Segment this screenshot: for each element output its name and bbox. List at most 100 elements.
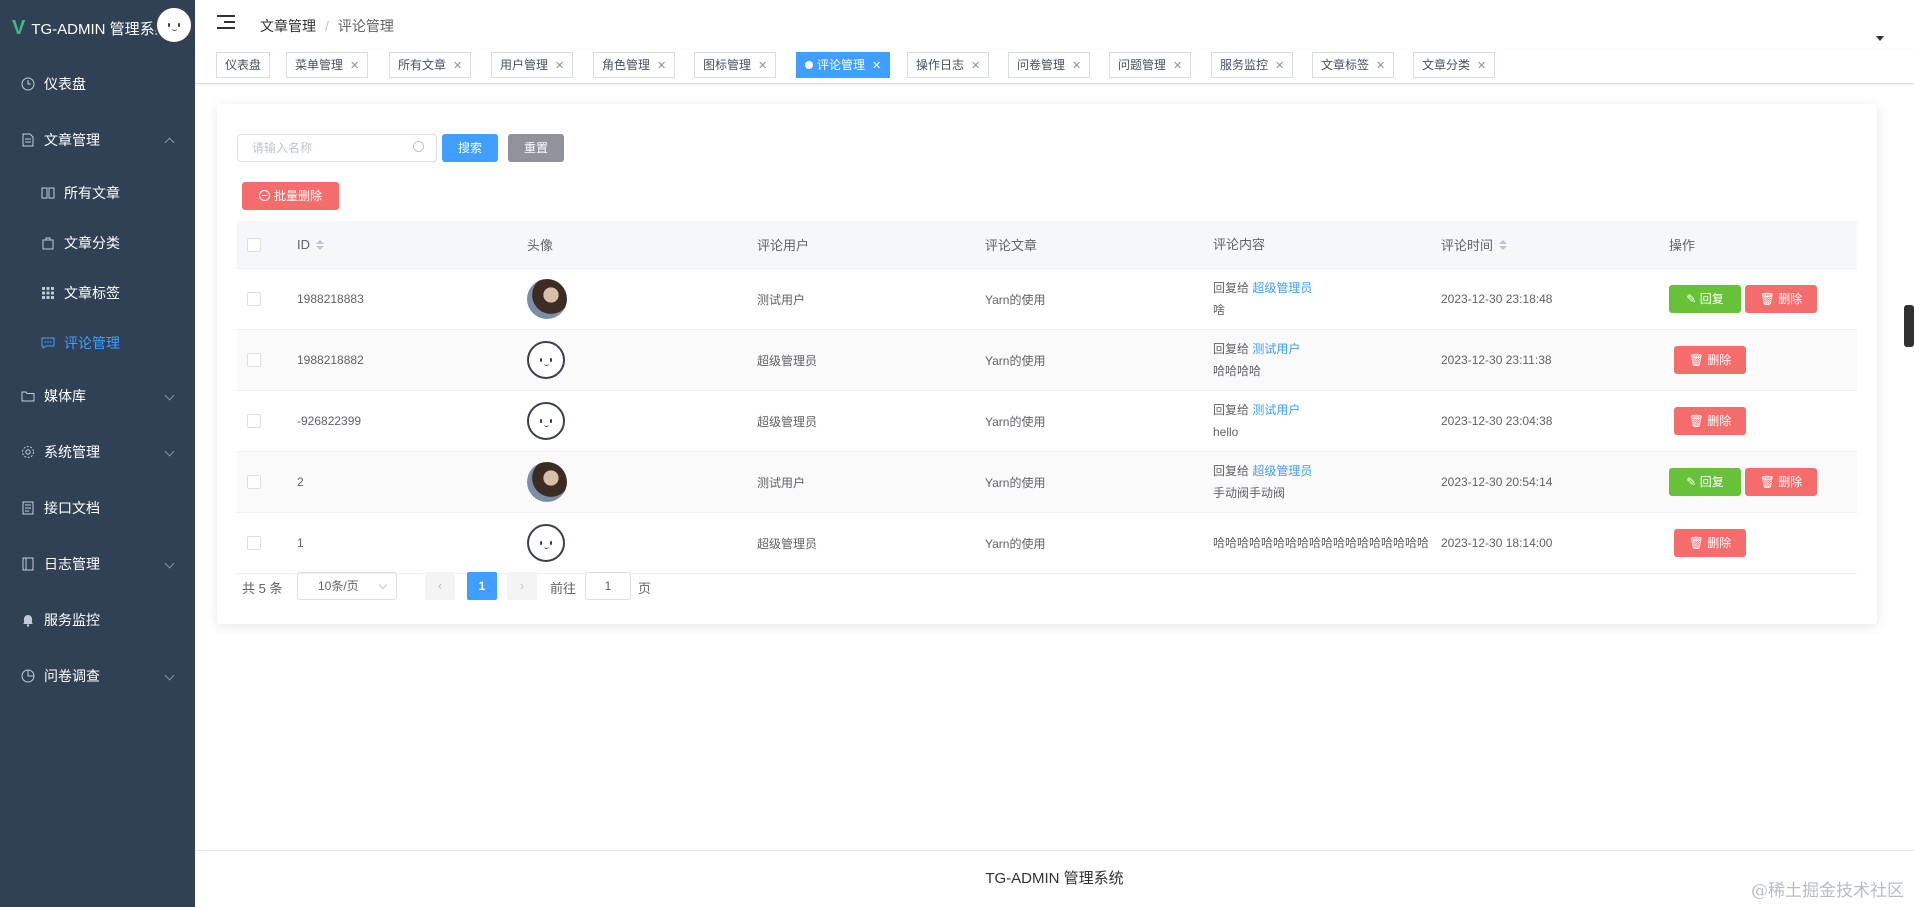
close-icon[interactable]: ✕: [872, 60, 881, 72]
delete-button[interactable]: 🗑 删除: [1674, 529, 1746, 557]
close-icon[interactable]: ✕: [1376, 60, 1385, 72]
gear-icon: [20, 444, 36, 460]
folder-icon: [20, 388, 36, 404]
reply-button[interactable]: ✎ 回复: [1669, 285, 1741, 313]
caret-down-icon[interactable]: [1876, 36, 1884, 41]
close-icon[interactable]: ✕: [453, 60, 462, 72]
reply-to-link[interactable]: 超级管理员: [1252, 464, 1312, 478]
sidebar-item-system[interactable]: 系统管理: [0, 424, 195, 480]
close-icon[interactable]: ✕: [758, 60, 767, 72]
sidebar-item-media[interactable]: 媒体库: [0, 368, 195, 424]
tag-comments[interactable]: 评论管理 ✕: [796, 52, 891, 78]
reply-to-link[interactable]: 测试用户: [1252, 342, 1300, 356]
chevron-down-icon: [164, 446, 175, 457]
sidebar-item-monitor[interactable]: 服务监控: [0, 592, 195, 648]
sidebar-item-comments[interactable]: 评论管理: [0, 318, 195, 368]
sidebar-item-label: 评论管理: [64, 335, 120, 351]
sidebar-item-articles[interactable]: 文章管理: [0, 112, 195, 168]
cell-article: Yarn的使用: [985, 292, 1046, 307]
tag-operation-log[interactable]: 操作日志 ✕: [907, 52, 990, 78]
row-checkbox[interactable]: [247, 414, 261, 428]
close-icon[interactable]: ✕: [971, 60, 980, 72]
cell-id: -926822399: [297, 414, 362, 428]
column-header-time[interactable]: 评论时间: [1441, 235, 1493, 254]
sidebar-item-article-category[interactable]: 文章分类: [0, 218, 195, 268]
scrollbar-thumb[interactable]: [1904, 305, 1914, 347]
vue-logo-icon: V: [12, 16, 26, 39]
sort-icon[interactable]: [316, 239, 324, 250]
breadcrumb-item[interactable]: 文章管理: [260, 18, 316, 34]
close-icon[interactable]: ✕: [555, 60, 564, 72]
user-avatar[interactable]: [155, 6, 193, 44]
close-icon[interactable]: ✕: [1477, 60, 1486, 72]
close-icon[interactable]: ✕: [657, 60, 666, 72]
comment-content: 哈哈哈哈哈哈哈哈哈哈哈哈哈哈哈哈哈哈: [1213, 536, 1430, 550]
page-size-select[interactable]: 10条/页: [297, 572, 397, 600]
tag-menu[interactable]: 菜单管理 ✕: [286, 52, 369, 78]
tag-icons[interactable]: 图标管理 ✕: [694, 52, 777, 78]
close-icon[interactable]: ✕: [350, 60, 359, 72]
batch-delete-button[interactable]: 批量删除: [242, 182, 339, 210]
table-row: 2 测试用户 Yarn的使用 回复给 超级管理员 手动阀手动阀 2023-12-…: [237, 452, 1857, 513]
close-icon[interactable]: ✕: [1072, 60, 1081, 72]
sidebar-item-api-docs[interactable]: 接口文档: [0, 480, 195, 536]
prev-page-button[interactable]: ‹: [425, 572, 455, 600]
sidebar-item-logs[interactable]: 日志管理: [0, 536, 195, 592]
delete-button[interactable]: 🗑 删除: [1745, 285, 1817, 313]
cell-user: 测试用户: [757, 475, 806, 490]
sidebar-item-article-tags[interactable]: 文章标签: [0, 268, 195, 318]
reply-to-link[interactable]: 超级管理员: [1252, 281, 1312, 295]
tag-label: 仪表盘: [225, 58, 262, 72]
sidebar-item-label: 仪表盘: [44, 76, 86, 92]
tag-article-category[interactable]: 文章分类 ✕: [1413, 52, 1496, 78]
row-checkbox[interactable]: [247, 475, 261, 489]
tag-label: 评论管理: [817, 58, 866, 72]
hamburger-icon[interactable]: [217, 15, 235, 29]
tag-survey[interactable]: 问卷管理 ✕: [1008, 52, 1091, 78]
delete-button[interactable]: 🗑 删除: [1745, 468, 1817, 496]
tag-questions[interactable]: 问题管理 ✕: [1109, 52, 1192, 78]
tag-dashboard[interactable]: 仪表盘: [216, 52, 271, 78]
sort-icon[interactable]: [1499, 239, 1508, 250]
row-checkbox[interactable]: [247, 536, 261, 550]
goto-page-input[interactable]: [585, 572, 631, 600]
tag-users[interactable]: 用户管理 ✕: [491, 52, 574, 78]
comment-content: 手动阀手动阀: [1213, 486, 1286, 500]
tag-roles[interactable]: 角色管理 ✕: [593, 52, 676, 78]
search-input[interactable]: [237, 134, 437, 162]
next-page-button[interactable]: ›: [507, 572, 537, 600]
close-icon[interactable]: ✕: [1275, 60, 1284, 72]
cell-time: 2023-12-30 23:04:38: [1441, 414, 1553, 428]
search-button[interactable]: 搜索: [442, 134, 498, 162]
watermark: @稀土掘金技术社区: [1751, 881, 1904, 901]
tag-article-tags[interactable]: 文章标签 ✕: [1312, 52, 1395, 78]
close-icon[interactable]: ✕: [1173, 60, 1182, 72]
content-card: 搜索 重置 批量删除 ID 头像 评论用户 评论文章 评论内容 评论时间 操作 …: [217, 104, 1877, 624]
tag-monitor[interactable]: 服务监控 ✕: [1211, 52, 1294, 78]
delete-button[interactable]: 🗑 删除: [1674, 346, 1746, 374]
column-header-id[interactable]: ID: [297, 237, 310, 252]
reset-button[interactable]: 重置: [508, 134, 564, 162]
select-all-checkbox[interactable]: [247, 237, 261, 252]
trash-icon: 🗑: [1688, 353, 1708, 367]
sidebar-item-label: 所有文章: [64, 185, 120, 201]
row-checkbox[interactable]: [247, 292, 261, 306]
sidebar-item-survey[interactable]: 问卷调查: [0, 648, 195, 704]
chevron-up-icon: [164, 137, 175, 148]
breadcrumb: 文章管理 / 评论管理: [260, 16, 394, 36]
avatar: [527, 341, 565, 379]
tag-label: 问卷管理: [1017, 58, 1066, 72]
reply-button[interactable]: ✎ 回复: [1669, 468, 1741, 496]
page-number-current[interactable]: 1: [467, 572, 497, 600]
tag-all-articles[interactable]: 所有文章 ✕: [389, 52, 472, 78]
delete-button[interactable]: 🗑 删除: [1674, 407, 1746, 435]
cell-id: 2: [297, 475, 304, 489]
reply-to-link[interactable]: 测试用户: [1252, 403, 1300, 417]
bag-icon: [40, 235, 56, 251]
sidebar-item-dashboard[interactable]: 仪表盘: [0, 56, 195, 112]
row-checkbox[interactable]: [247, 353, 261, 367]
trash-icon: 🗑: [1688, 414, 1708, 428]
sidebar-item-all-articles[interactable]: 所有文章: [0, 168, 195, 218]
edit-icon: ✎: [1686, 292, 1700, 306]
tag-label: 用户管理: [500, 58, 549, 72]
